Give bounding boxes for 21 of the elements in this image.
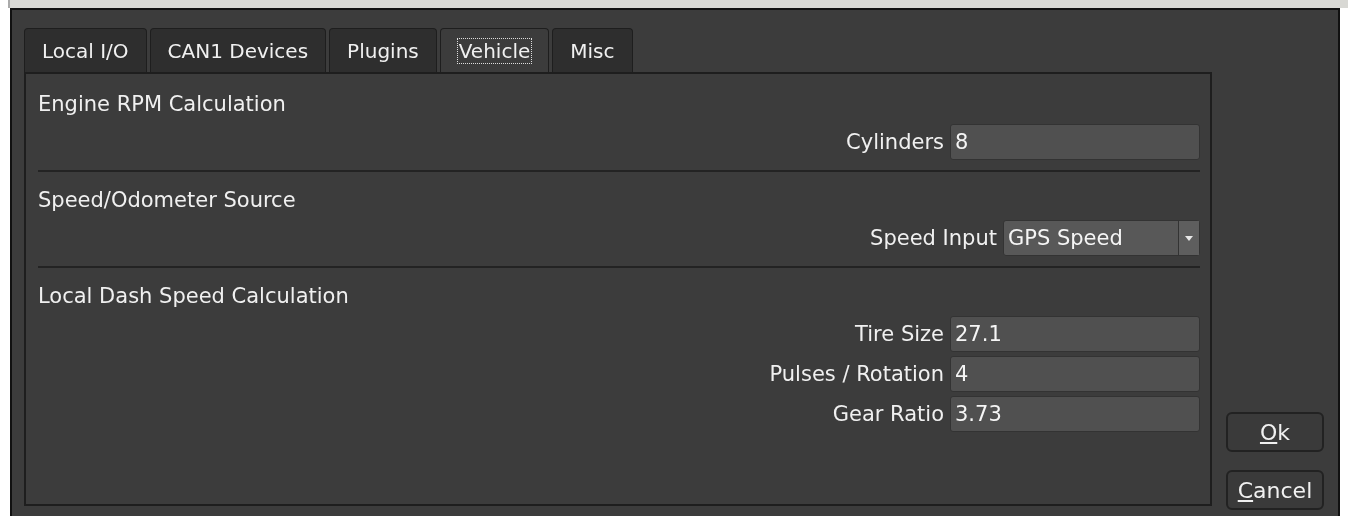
field-label: Tire Size bbox=[855, 322, 944, 346]
tab[interactable]: Misc bbox=[552, 28, 633, 72]
field-label: Pulses / Rotation bbox=[769, 362, 944, 386]
input-field[interactable]: 3.73 bbox=[950, 396, 1200, 432]
section-heading: Speed/Odometer Source bbox=[38, 187, 297, 214]
dropdown-arrow-icon bbox=[1185, 235, 1193, 241]
field-label: Speed Input bbox=[870, 226, 997, 250]
input-field[interactable]: 4 bbox=[950, 356, 1200, 392]
input-field[interactable]: 27.1 bbox=[950, 316, 1200, 352]
input-field[interactable]: 8 bbox=[950, 124, 1200, 160]
tab[interactable]: Vehicle bbox=[439, 28, 550, 72]
section-heading: Local Dash Speed Calculation bbox=[38, 283, 350, 310]
dropdown[interactable]: GPS Speed bbox=[1003, 220, 1200, 256]
tab[interactable]: Local I/O bbox=[24, 28, 147, 72]
tab[interactable]: CAN1 Devices bbox=[149, 28, 327, 72]
cancel-button[interactable]: Cancel bbox=[1226, 470, 1324, 510]
section-heading: Engine RPM Calculation bbox=[38, 91, 287, 118]
field-label: Gear Ratio bbox=[832, 402, 944, 426]
ok-button[interactable]: Ok bbox=[1226, 412, 1324, 452]
field-label: Cylinders bbox=[846, 130, 944, 154]
tab[interactable]: Plugins bbox=[329, 28, 437, 72]
